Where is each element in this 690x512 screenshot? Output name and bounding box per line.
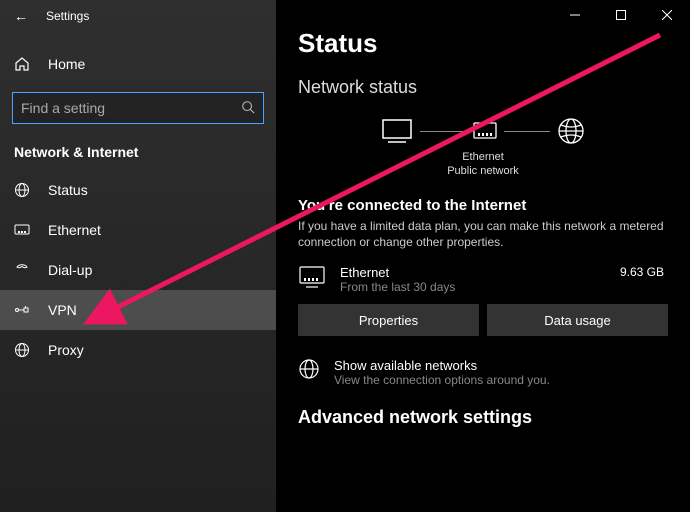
- connection-name: Ethernet: [340, 265, 606, 280]
- sidebar: ← Settings Home Network & Internet Statu…: [0, 0, 276, 512]
- vpn-icon: [14, 302, 30, 318]
- sidebar-item-vpn[interactable]: VPN: [0, 290, 276, 330]
- page-title: Status: [298, 28, 668, 59]
- section-header: Network & Internet: [0, 138, 276, 170]
- sidebar-item-dialup[interactable]: Dial-up: [0, 250, 276, 290]
- sidebar-item-label: VPN: [48, 302, 77, 318]
- nav-home[interactable]: Home: [0, 42, 276, 86]
- back-icon[interactable]: ←: [14, 8, 28, 24]
- pc-icon: [380, 117, 414, 145]
- home-icon: [14, 56, 30, 72]
- sidebar-item-status[interactable]: Status: [0, 170, 276, 210]
- ethernet-icon: [14, 222, 30, 238]
- connected-heading: You're connected to the Internet: [298, 197, 668, 214]
- app-title: Settings: [46, 9, 89, 23]
- main: Status Network status Ethernet Public ne…: [276, 0, 690, 512]
- search-input[interactable]: [21, 100, 241, 116]
- available-title: Show available networks: [334, 358, 550, 373]
- network-diagram: [298, 116, 668, 146]
- show-available-networks[interactable]: Show available networks View the connect…: [298, 358, 668, 387]
- maximize-button[interactable]: [598, 0, 644, 30]
- close-button[interactable]: [644, 0, 690, 30]
- proxy-icon: [14, 342, 30, 358]
- sidebar-item-label: Ethernet: [48, 222, 101, 238]
- sidebar-item-ethernet[interactable]: Ethernet: [0, 210, 276, 250]
- window-controls: [552, 0, 690, 30]
- titlebar: ← Settings: [0, 0, 276, 32]
- nav-home-label: Home: [48, 56, 85, 72]
- diagram-adapter-label: Ethernet: [298, 150, 668, 164]
- sidebar-item-label: Dial-up: [48, 262, 92, 278]
- dialup-icon: [14, 262, 30, 278]
- minimize-button[interactable]: [552, 0, 598, 30]
- search-icon: [241, 100, 255, 117]
- search-box[interactable]: [12, 92, 264, 124]
- connection-row: Ethernet From the last 30 days 9.63 GB: [298, 265, 668, 294]
- properties-button[interactable]: Properties: [298, 304, 479, 336]
- available-sub: View the connection options around you.: [334, 373, 550, 387]
- connection-ethernet-icon: [298, 265, 326, 294]
- diagram-labels: Ethernet Public network: [298, 150, 668, 179]
- connection-period: From the last 30 days: [340, 280, 606, 294]
- sidebar-item-label: Proxy: [48, 342, 84, 358]
- diagram-profile-label: Public network: [298, 164, 668, 178]
- sidebar-item-proxy[interactable]: Proxy: [0, 330, 276, 370]
- advanced-heading: Advanced network settings: [298, 407, 668, 428]
- adapter-icon: [472, 118, 498, 144]
- connection-usage: 9.63 GB: [620, 265, 668, 279]
- data-usage-button[interactable]: Data usage: [487, 304, 668, 336]
- connected-desc: If you have a limited data plan, you can…: [298, 218, 668, 252]
- sidebar-item-label: Status: [48, 182, 88, 198]
- status-icon: [14, 182, 30, 198]
- globe-icon: [556, 116, 586, 146]
- globe-icon: [298, 358, 320, 385]
- subtitle: Network status: [298, 77, 668, 98]
